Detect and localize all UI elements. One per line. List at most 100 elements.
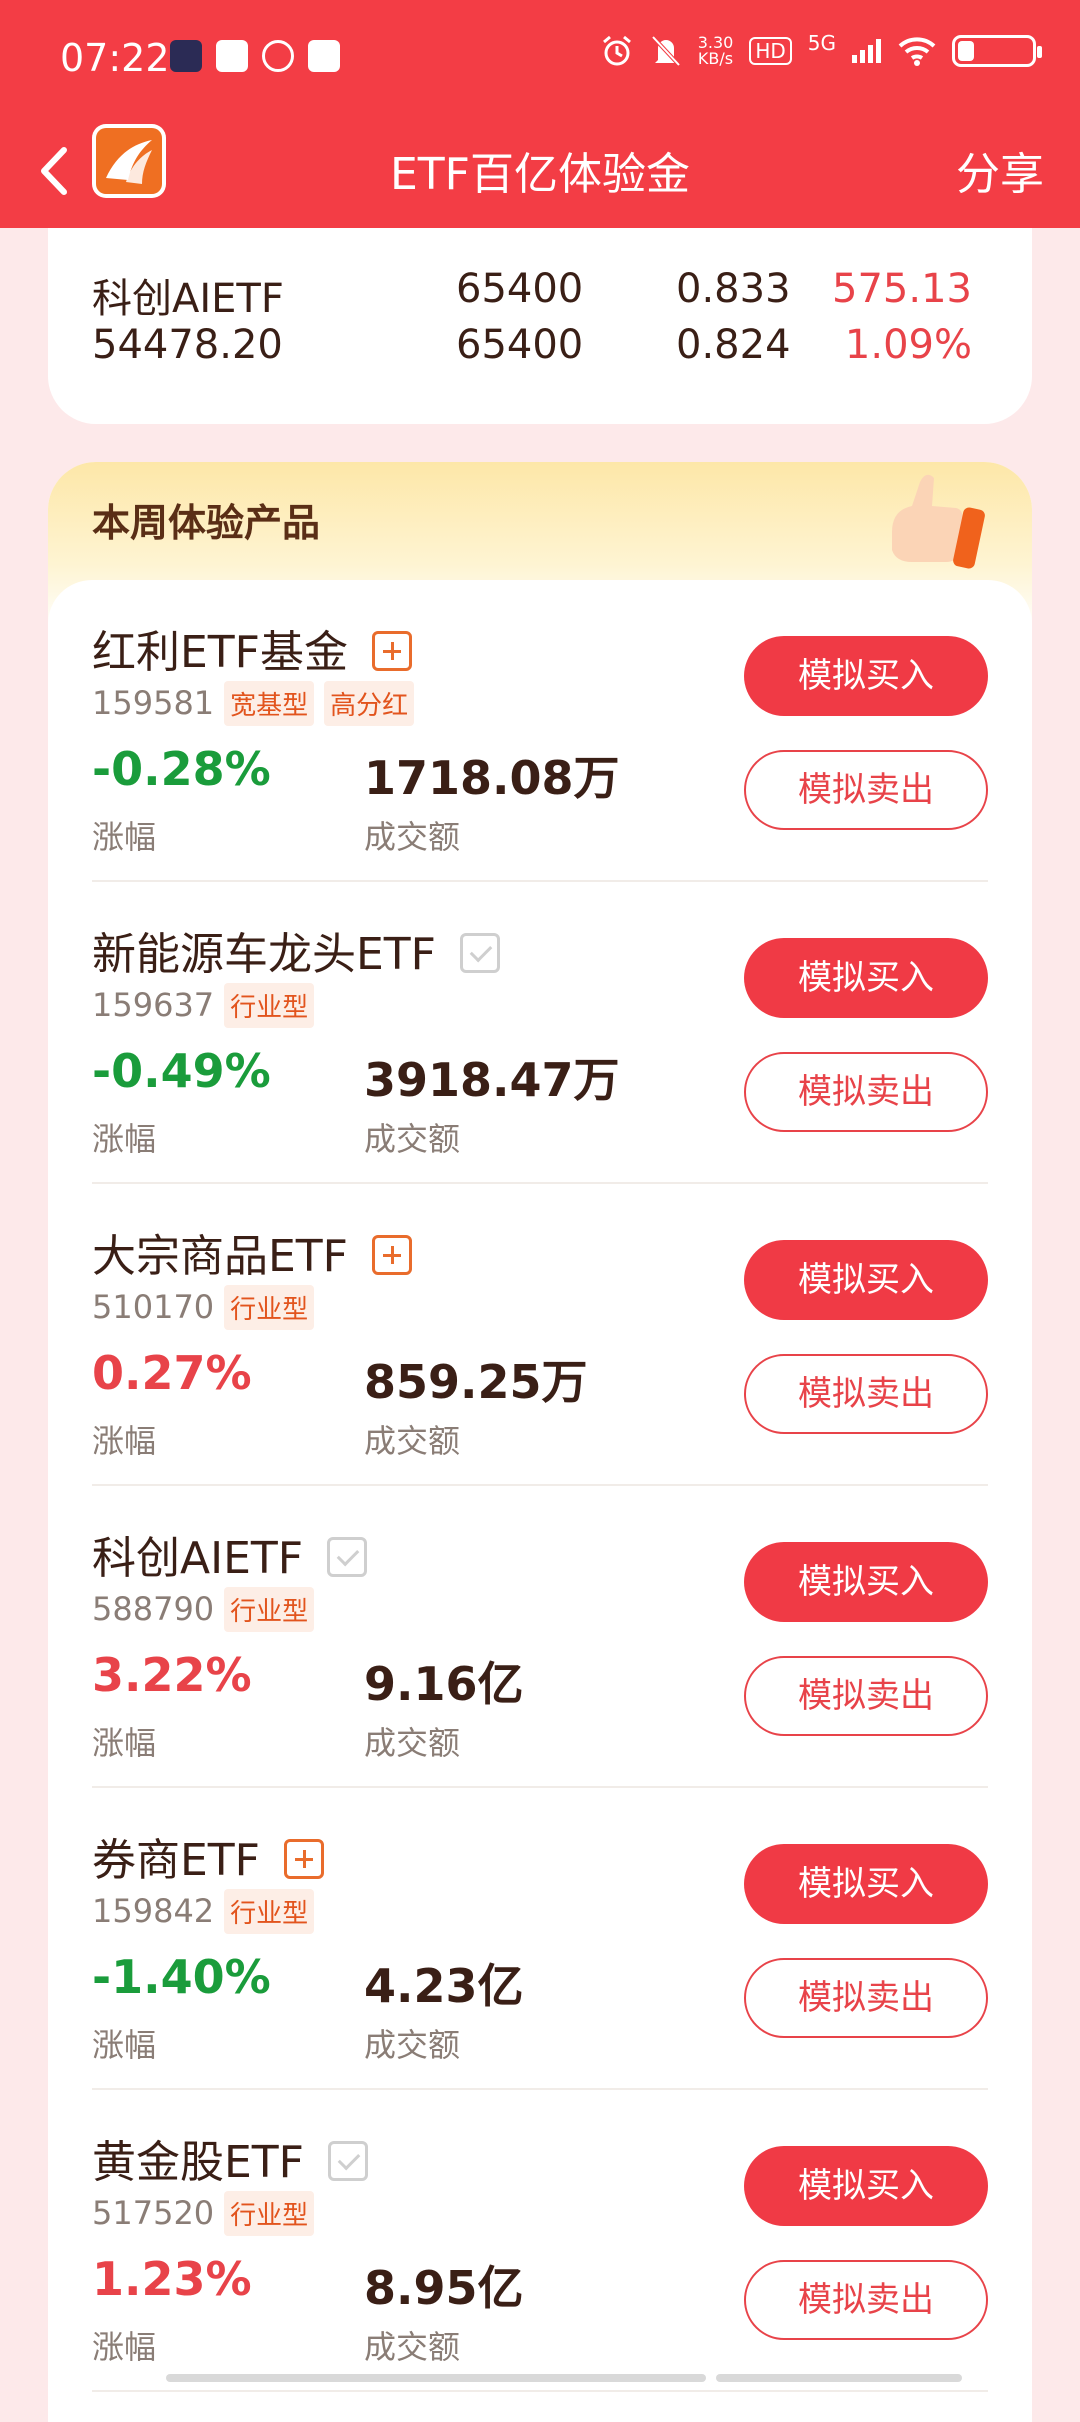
add-watchlist-icon[interactable] <box>372 1235 412 1275</box>
nav-bar: ETF百亿体验金 分享 <box>0 116 1080 228</box>
product-tag: 行业型 <box>224 1586 315 1632</box>
simulate-sell-button[interactable]: 模拟卖出 <box>744 1052 988 1132</box>
volume-value: 3918.47万 <box>364 1053 620 1107</box>
change-value: -0.28% <box>92 742 271 796</box>
coupon-app-icon <box>308 40 340 72</box>
product-name-row: 大宗商品ETF <box>92 1220 412 1284</box>
wifi-icon <box>898 37 936 66</box>
product-name-row: 科创AIETF <box>92 1522 368 1586</box>
shopping-app-icon <box>216 40 248 72</box>
product-code: 510170 <box>92 1288 215 1326</box>
simulate-sell-button[interactable]: 模拟卖出 <box>744 750 988 830</box>
product-meta: 159581 宽基型 高分红 <box>92 680 415 726</box>
product-name: 大宗商品ETF <box>92 1231 348 1282</box>
simulate-sell-button[interactable]: 模拟卖出 <box>744 1354 988 1434</box>
simulate-buy-button[interactable]: 模拟买入 <box>744 1542 988 1622</box>
share-button[interactable]: 分享 <box>956 138 1044 202</box>
simulate-buy-button[interactable]: 模拟买入 <box>744 938 988 1018</box>
product-name: 新能源车龙头ETF <box>92 929 436 980</box>
summary-cell: 575.13 <box>832 266 972 312</box>
network-type: 5G <box>808 31 836 55</box>
speed-unit: KB/s <box>697 49 734 68</box>
change-label: 涨幅 <box>92 818 157 856</box>
sync-app-icon <box>262 40 294 72</box>
volume-label: 成交额 <box>364 1724 461 1762</box>
summary-row-1: 科创AIETF 65400 0.833 575.13 <box>92 266 972 322</box>
change-label: 涨幅 <box>92 1724 157 1762</box>
simulate-buy-button[interactable]: 模拟买入 <box>744 636 988 716</box>
weekly-products-card: 本周体验产品 红利ETF基金 159581 宽基型 高分红 -0.28% 1718… <box>48 462 1032 2422</box>
product-item[interactable]: 大宗商品ETF 510170 行业型 0.27% 859.25万 涨幅 成交额 … <box>92 1184 988 1486</box>
mute-icon <box>651 35 681 67</box>
holdings-summary-card: 科创AIETF 65400 0.833 575.13 54478.20 6540… <box>48 228 1032 424</box>
simulate-sell-button[interactable]: 模拟卖出 <box>744 1656 988 1736</box>
simulate-buy-button[interactable]: 模拟买入 <box>744 2146 988 2226</box>
product-name: 红利ETF基金 <box>92 627 348 678</box>
add-watchlist-icon[interactable] <box>372 631 412 671</box>
simulate-sell-button[interactable]: 模拟卖出 <box>744 1958 988 2038</box>
thumbs-up-icon <box>892 474 985 569</box>
status-right: 3.30 KB/s HD 5G <box>600 31 1042 68</box>
summary-cell: 65400 <box>456 266 584 312</box>
product-item[interactable]: 新能源车龙头ETF 159637 行业型 -0.49% 3918.47万 涨幅 … <box>92 882 988 1184</box>
page-title: ETF百亿体验金 <box>390 149 690 200</box>
product-meta: 517520 行业型 <box>92 2190 315 2236</box>
product-tag: 宽基型 <box>224 680 315 726</box>
volume-value: 8.95亿 <box>364 2261 524 2315</box>
signal-icon <box>852 39 881 63</box>
change-value: 3.22% <box>92 1648 252 1702</box>
battery-icon <box>952 35 1042 67</box>
product-meta: 159637 行业型 <box>92 982 315 1028</box>
product-name: 科创AIETF <box>92 1533 304 1584</box>
summary-cell: 54478.20 <box>92 322 283 368</box>
product-meta: 510170 行业型 <box>92 1284 315 1330</box>
add-watchlist-icon[interactable] <box>284 1839 324 1879</box>
change-value: -1.40% <box>92 1950 271 2004</box>
status-time: 07:22 <box>60 36 170 80</box>
checked-icon[interactable] <box>328 2141 368 2181</box>
alarm-icon <box>602 35 631 66</box>
change-label: 涨幅 <box>92 2328 157 2366</box>
summary-cell: 1.09% <box>844 322 972 368</box>
product-code: 159581 <box>92 684 215 722</box>
volume-value: 9.16亿 <box>364 1657 524 1711</box>
change-value: 1.23% <box>92 2252 252 2306</box>
change-label: 涨幅 <box>92 2026 157 2064</box>
volume-label: 成交额 <box>364 1422 461 1460</box>
volume-value: 1718.08万 <box>364 751 620 805</box>
battery-level <box>958 41 974 61</box>
simulate-buy-button[interactable]: 模拟买入 <box>744 1240 988 1320</box>
volume-value: 859.25万 <box>364 1355 588 1409</box>
product-name-row: 新能源车龙头ETF <box>92 918 500 982</box>
product-item[interactable]: 科创AIETF 588790 行业型 3.22% 9.16亿 涨幅 成交额 模拟… <box>92 1486 988 1788</box>
volume-label: 成交额 <box>364 2026 461 2064</box>
product-item[interactable]: 红利ETF基金 159581 宽基型 高分红 -0.28% 1718.08万 涨幅… <box>92 580 988 882</box>
volume-label: 成交额 <box>364 818 461 856</box>
summary-cell: 科创AIETF <box>92 276 284 322</box>
product-item[interactable]: 券商ETF 159842 行业型 -1.40% 4.23亿 涨幅 成交额 模拟买… <box>92 1788 988 2090</box>
product-name-row: 券商ETF <box>92 1824 324 1888</box>
product-meta: 159842 行业型 <box>92 1888 315 1934</box>
product-code: 517520 <box>92 2194 215 2232</box>
network-speed: 3.30 KB/s <box>698 35 734 67</box>
checked-icon[interactable] <box>460 933 500 973</box>
product-name-row: 黄金股ETF <box>92 2126 368 2190</box>
simulate-buy-button[interactable]: 模拟买入 <box>744 1844 988 1924</box>
product-item[interactable]: 黄金股ETF 517520 行业型 1.23% 8.95亿 涨幅 成交额 模拟买… <box>92 2090 988 2392</box>
change-value: 0.27% <box>92 1346 252 1400</box>
product-tag: 行业型 <box>224 982 315 1028</box>
change-label: 涨幅 <box>92 1422 157 1460</box>
network-label: 5G <box>807 31 836 55</box>
product-name: 黄金股ETF <box>92 2137 304 2188</box>
checked-icon[interactable] <box>327 1537 368 1577</box>
notification-icons <box>170 40 340 72</box>
hd-badge: HD <box>749 37 792 65</box>
summary-cell: 0.833 <box>676 266 791 312</box>
product-meta: 588790 行业型 <box>92 1586 315 1632</box>
change-label: 涨幅 <box>92 1120 157 1158</box>
product-tag: 行业型 <box>224 2190 315 2236</box>
simulate-sell-button[interactable]: 模拟卖出 <box>744 2260 988 2340</box>
summary-row-2: 54478.20 65400 0.824 1.09% <box>92 322 972 372</box>
summary-cell: 0.824 <box>676 322 791 368</box>
volume-label: 成交额 <box>364 1120 461 1158</box>
